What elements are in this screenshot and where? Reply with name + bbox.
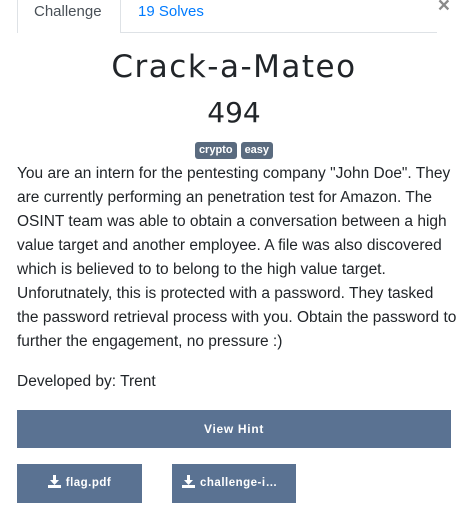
view-hint-button[interactable]: View Hint — [17, 410, 451, 448]
developer-credit: Developed by: Trent — [17, 373, 156, 390]
file-name: flag.pdf — [65, 477, 112, 489]
download-icon — [182, 475, 195, 488]
challenge-modal: Challenge 19 Solves × Crack-a-Mateo 494 … — [0, 0, 460, 508]
tag-list: crypto easy — [0, 142, 460, 159]
challenge-description: You are an intern for the pentesting com… — [17, 165, 457, 350]
tag-easy: easy — [240, 142, 274, 159]
file-download-button-flag[interactable]: flag.pdf — [17, 464, 142, 503]
tab-solves[interactable]: 19 Solves — [122, 0, 220, 33]
file-download-button-challenge[interactable]: challenge-im... — [172, 464, 296, 503]
tag-crypto: crypto — [194, 142, 237, 159]
close-icon[interactable]: × — [438, 0, 450, 18]
tab-bar: Challenge 19 Solves — [17, 0, 437, 33]
tab-challenge[interactable]: Challenge — [17, 0, 121, 33]
download-icon — [47, 475, 61, 488]
file-name: challenge-im... — [200, 477, 288, 489]
challenge-title: Crack-a-Mateo — [111, 49, 357, 85]
challenge-points: 494 — [207, 96, 261, 129]
